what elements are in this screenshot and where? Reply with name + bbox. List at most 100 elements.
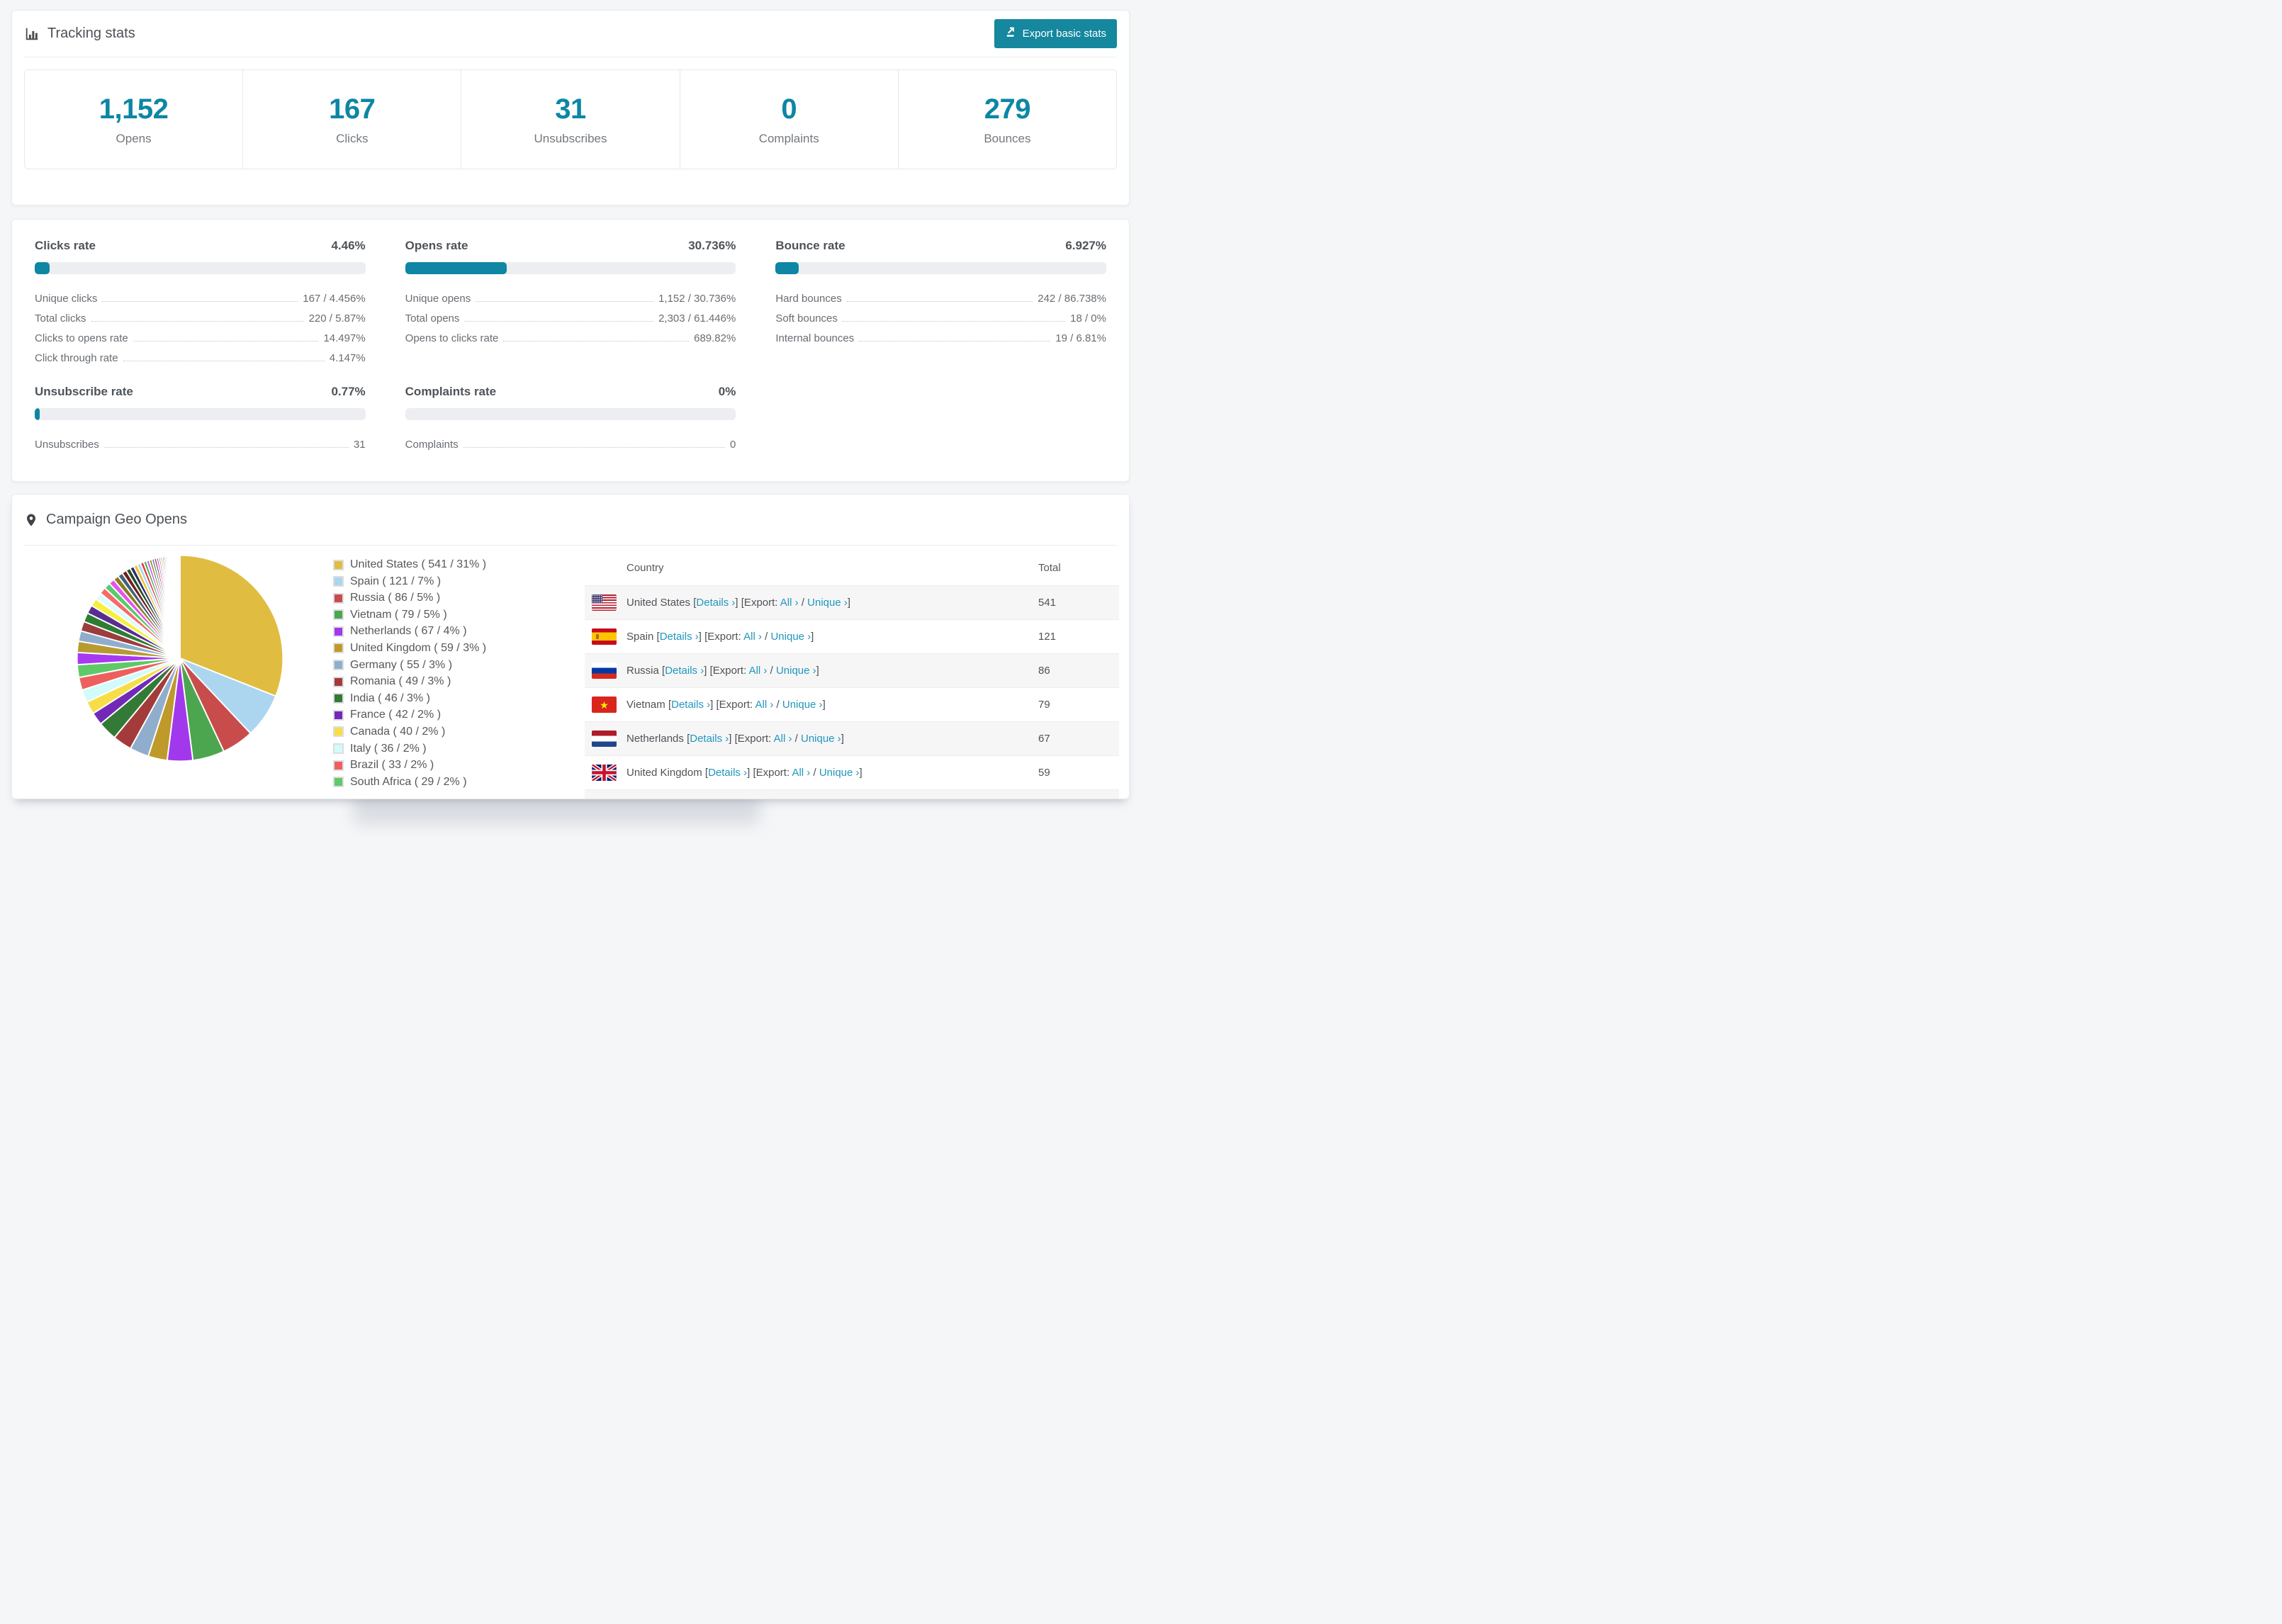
legend-item-vietnam[interactable]: Vietnam ( 79 / 5% ) <box>333 609 585 621</box>
stat-row: Unique opens 1,152 / 30.736% <box>405 293 736 305</box>
export-all-link[interactable]: All › <box>743 631 762 643</box>
stat-unsubscribes-label: Unsubscribes <box>534 131 607 145</box>
flag-russia-icon <box>592 662 617 679</box>
geo-body: United States ( 541 / 31% ) Spain ( 121 … <box>12 546 1129 799</box>
legend-swatch <box>333 693 344 704</box>
export-basic-stats-button[interactable]: Export basic stats <box>994 19 1117 48</box>
map-pin-icon <box>24 512 38 528</box>
total-value: 67 <box>1038 733 1050 745</box>
rates-grid: Clicks rate 4.46% Unique clicks 167 / 4.4… <box>12 220 1129 466</box>
legend-item-india[interactable]: India ( 46 / 3% ) <box>333 692 585 705</box>
stat-bounces-value: 279 <box>984 93 1031 125</box>
table-row-united-kingdom: United Kingdom [Details ›] [Export: All … <box>585 755 1119 789</box>
total-value <box>1038 790 1119 799</box>
flag-united-states-icon <box>592 594 617 611</box>
geo-section-title: Campaign Geo Opens <box>46 512 188 527</box>
legend-swatch <box>333 676 344 687</box>
legend-item-united-kingdom[interactable]: United Kingdom ( 59 / 3% ) <box>333 642 585 655</box>
legend-swatch <box>333 777 344 788</box>
legend-swatch <box>333 576 344 587</box>
legend-item-brazil[interactable]: Brazil ( 33 / 2% ) <box>333 759 585 772</box>
export-unique-link[interactable]: Unique › <box>801 733 841 745</box>
total-value: 79 <box>1038 699 1050 711</box>
table-row-russia: Russia [Details ›] [Export: All › / Uniq… <box>585 653 1119 687</box>
rates-card: Clicks rate 4.46% Unique clicks 167 / 4.4… <box>11 219 1130 482</box>
legend-item-netherlands[interactable]: Netherlands ( 67 / 4% ) <box>333 625 585 638</box>
page-title: Tracking stats <box>47 26 135 41</box>
opens-rate-value: 30.736% <box>688 239 736 252</box>
legend-item-russia[interactable]: Russia ( 86 / 5% ) <box>333 592 585 604</box>
opens-rate-bar <box>405 262 736 274</box>
total-value: 86 <box>1038 665 1050 677</box>
flag-vietnam-icon <box>592 697 617 713</box>
flag-netherlands-icon <box>592 731 617 747</box>
tracking-stats-header: Tracking stats Export basic stats <box>24 11 1117 57</box>
legend-item-spain[interactable]: Spain ( 121 / 7% ) <box>333 575 585 588</box>
legend-item-france[interactable]: France ( 42 / 2% ) <box>333 709 585 721</box>
stat-row: Unsubscribes 31 <box>35 439 366 451</box>
details-link[interactable]: Details › <box>708 767 747 779</box>
legend-swatch <box>333 709 344 721</box>
export-all-link[interactable]: All › <box>792 767 810 779</box>
export-all-link[interactable]: All › <box>774 733 792 745</box>
export-unique-link[interactable]: Unique › <box>782 699 823 711</box>
column-total: Total <box>1038 561 1061 574</box>
details-link[interactable]: Details › <box>690 733 729 745</box>
geo-legend: United States ( 541 / 31% ) Spain ( 121 … <box>333 558 585 799</box>
export-all-link[interactable]: All › <box>749 665 768 677</box>
export-unique-link[interactable]: Unique › <box>776 665 816 677</box>
details-link[interactable]: Details › <box>696 597 735 609</box>
legend-item-germany[interactable]: Germany ( 55 / 3% ) <box>333 659 585 672</box>
bar-chart-icon <box>24 26 40 42</box>
complaints-rate-bar <box>405 408 736 420</box>
summary-stats-row: 1,152 Opens 167 Clicks 31 Unsubscribes 0… <box>24 69 1117 169</box>
bounce-rate-bar <box>775 262 1106 274</box>
details-link[interactable]: Details › <box>671 699 710 711</box>
table-row-spain: Spain [Details ›] [Export: All › / Uniqu… <box>585 619 1119 653</box>
total-value: 59 <box>1038 767 1050 779</box>
legend-item-romania[interactable]: Romania ( 49 / 3% ) <box>333 675 585 688</box>
export-unique-link[interactable]: Unique › <box>819 767 860 779</box>
legend-item-united-states[interactable]: United States ( 541 / 31% ) <box>333 558 585 571</box>
bounce-rate-title: Bounce rate <box>775 239 845 252</box>
complaints-rate-value: 0% <box>718 385 736 398</box>
export-unique-link[interactable]: Unique › <box>807 597 848 609</box>
details-link[interactable]: Details › <box>660 631 699 643</box>
legend-item-south-africa[interactable]: South Africa ( 29 / 2% ) <box>333 776 585 789</box>
legend-swatch <box>333 743 344 755</box>
stat-bounces: 279 Bounces <box>899 70 1116 169</box>
stat-row: Total opens 2,303 / 61.446% <box>405 312 736 325</box>
table-row-united-states: United States [Details ›] [Export: All ›… <box>585 585 1119 619</box>
export-all-link[interactable]: All › <box>755 699 774 711</box>
column-country: Country <box>626 561 664 574</box>
export-all-link[interactable]: All › <box>780 597 799 609</box>
legend-item-italy[interactable]: Italy ( 36 / 2% ) <box>333 743 585 755</box>
clicks-rate-section: Clicks rate 4.46% Unique clicks 167 / 4.4… <box>35 239 366 366</box>
stat-row: Internal bounces 19 / 6.81% <box>775 332 1106 344</box>
geo-table-header: Country Total <box>585 550 1119 585</box>
stat-clicks: 167 Clicks <box>243 70 462 169</box>
clicks-rate-bar <box>35 262 366 274</box>
stat-unsubscribes-value: 31 <box>555 93 586 125</box>
stat-complaints-label: Complaints <box>758 131 819 145</box>
tracking-stats-card: Tracking stats Export basic stats 1,152 … <box>11 10 1130 205</box>
stat-row: Unique clicks 167 / 4.456% <box>35 293 366 305</box>
legend-swatch <box>333 760 344 771</box>
stat-opens: 1,152 Opens <box>25 70 244 169</box>
legend-swatch <box>333 643 344 654</box>
export-icon <box>1005 26 1017 41</box>
tracking-stats-title: Tracking stats <box>24 26 135 42</box>
export-button-label: Export basic stats <box>1022 28 1106 40</box>
legend-swatch <box>333 592 344 604</box>
legend-item-canada[interactable]: Canada ( 40 / 2% ) <box>333 726 585 738</box>
details-link[interactable]: Details › <box>665 665 704 677</box>
unsubscribe-rate-section: Unsubscribe rate 0.77% Unsubscribes 31 <box>35 385 366 452</box>
legend-swatch <box>333 660 344 671</box>
stat-row: Total clicks 220 / 5.87% <box>35 312 366 325</box>
stat-row: Complaints 0 <box>405 439 736 451</box>
export-unique-link[interactable]: Unique › <box>770 631 811 643</box>
stat-unsubscribes: 31 Unsubscribes <box>461 70 680 169</box>
stat-complaints: 0 Complaints <box>680 70 899 169</box>
geo-header: Campaign Geo Opens <box>24 495 1117 546</box>
bounce-rate-value: 6.927% <box>1065 239 1106 252</box>
